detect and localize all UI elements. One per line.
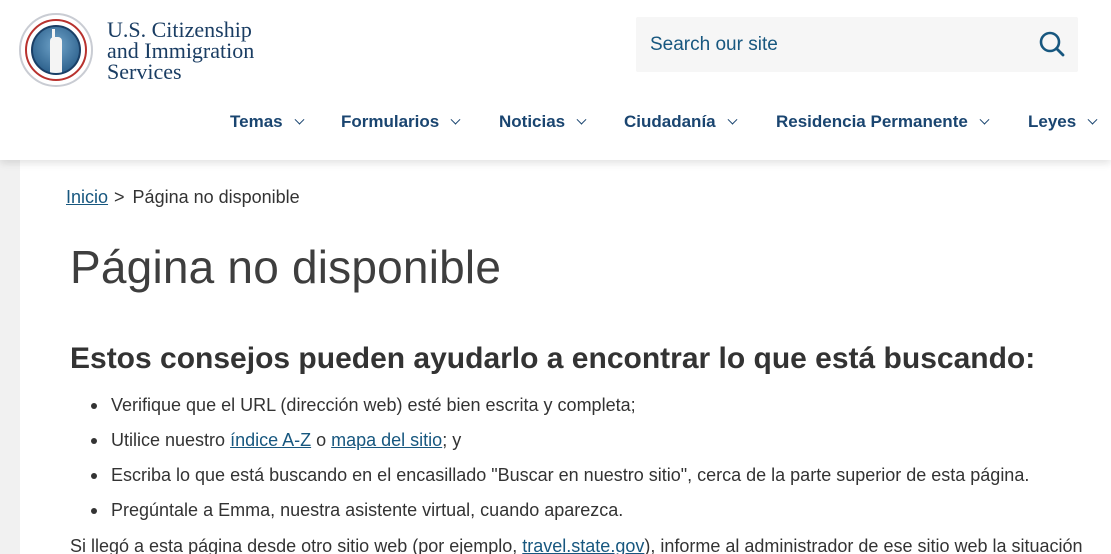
nav-label: Temas	[230, 112, 283, 131]
page-title: Página no disponible	[70, 241, 502, 293]
tips-heading: Estos consejos pueden ayudarlo a encontr…	[70, 342, 1036, 375]
tip-text: Pregúntale a Emma, nuestra asistente vir…	[111, 500, 624, 520]
list-item: Utilice nuestro índice A-Z o mapa del si…	[90, 425, 1029, 460]
nav-item-leyes[interactable]: Leyes	[1028, 112, 1098, 132]
az-index-link[interactable]: índice A-Z	[230, 430, 311, 450]
site-header: U.S. Citizenship and Immigration Service…	[0, 0, 1111, 160]
nav-label: Formularios	[341, 112, 440, 131]
tip-text: o	[311, 430, 332, 450]
chevron-down-icon	[1087, 114, 1098, 125]
uscis-logo[interactable]: U.S. Citizenship and Immigration Service…	[19, 13, 254, 87]
search-button[interactable]	[1036, 29, 1068, 61]
nav-item-noticias[interactable]: Noticias	[499, 112, 587, 132]
uscis-seal-icon	[19, 13, 93, 87]
chevron-down-icon	[576, 114, 587, 125]
search-icon	[1039, 31, 1065, 57]
list-item: Verifique que el URL (dirección web) est…	[90, 390, 1029, 425]
logo-line-3: Services	[107, 58, 182, 84]
logo-line-2: and Immigration	[107, 37, 255, 63]
chevron-down-icon	[979, 114, 990, 125]
breadcrumb: Inicio > Página no disponible	[66, 187, 300, 208]
nav-item-formularios[interactable]: Formularios	[341, 112, 461, 132]
breadcrumb-home-link[interactable]: Inicio	[66, 187, 108, 207]
travel-state-gov-link[interactable]: travel.state.gov	[522, 536, 644, 554]
logo-text: U.S. Citizenship and Immigration Service…	[107, 16, 255, 84]
main-content: Inicio > Página no disponible Página no di…	[20, 160, 1111, 554]
breadcrumb-separator: >	[114, 187, 125, 207]
list-item: Pregúntale a Emma, nuestra asistente vir…	[90, 495, 1029, 530]
tip-text: Escriba lo que está buscando en el encas…	[111, 465, 1030, 485]
nav-label: Leyes	[1028, 112, 1077, 131]
main-nav: Temas Formularios Noticias Ciudadanía Re…	[0, 112, 1111, 142]
search-box	[636, 17, 1078, 72]
site-map-link[interactable]: mapa del sitio	[331, 430, 442, 450]
tip-text: ; y	[442, 430, 462, 450]
search-input[interactable]	[636, 17, 1016, 72]
chevron-down-icon	[727, 114, 738, 125]
nav-label: Residencia Permanente	[776, 112, 968, 131]
chevron-down-icon	[294, 114, 305, 125]
note-text: Si llegó a esta página desde otro sitio …	[70, 536, 523, 554]
nav-item-residencia-permanente[interactable]: Residencia Permanente	[776, 112, 990, 132]
nav-label: Ciudadanía	[624, 112, 716, 131]
nav-label: Noticias	[499, 112, 566, 131]
tip-text: Utilice nuestro	[111, 430, 231, 450]
chevron-down-icon	[450, 114, 461, 125]
nav-item-ciudadania[interactable]: Ciudadanía	[624, 112, 738, 132]
list-item: Escriba lo que está buscando en el encas…	[90, 460, 1029, 495]
tip-text: Verifique que el URL (dirección web) est…	[111, 395, 636, 415]
breadcrumb-current: Página no disponible	[132, 187, 300, 207]
logo-line-1: U.S. Citizenship	[107, 16, 252, 42]
tips-list: Verifique que el URL (dirección web) est…	[90, 390, 1029, 530]
note-text: ), informe al administrador de ese sitio…	[644, 536, 1083, 554]
referral-note: Si llegó a esta página desde otro sitio …	[70, 536, 1083, 554]
nav-item-temas[interactable]: Temas	[230, 112, 305, 132]
